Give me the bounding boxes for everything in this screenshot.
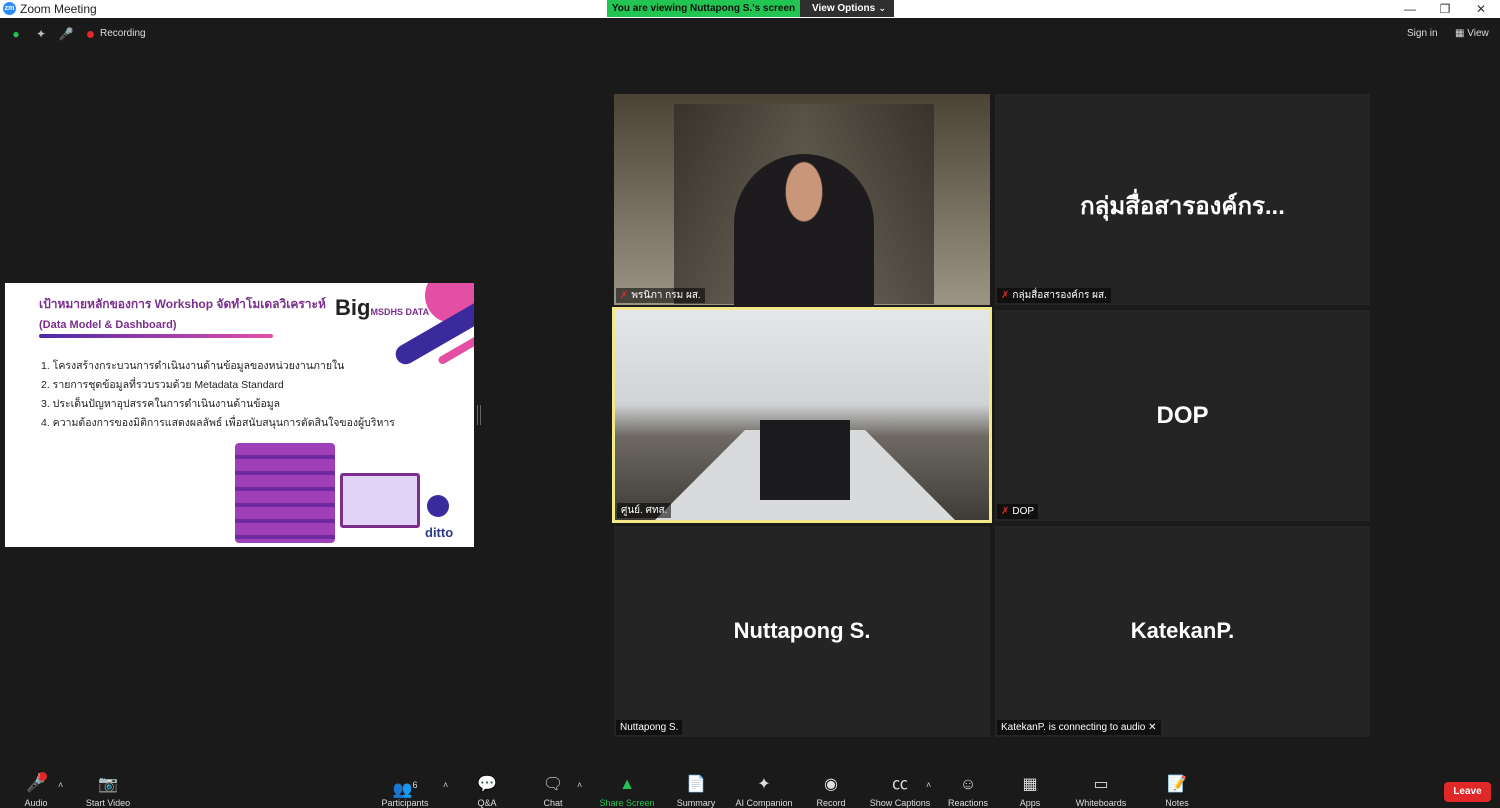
apps-icon: ▦ — [1022, 776, 1038, 793]
close-icon[interactable]: ✕ — [1464, 0, 1498, 18]
qa-icon: 💬 — [477, 776, 497, 793]
share-screen-button[interactable]: ▲ Share Screen — [596, 768, 658, 808]
participants-button[interactable]: 👥6 Participants — [378, 768, 432, 808]
record-button[interactable]: ◉ Record — [812, 768, 850, 808]
show-captions-button[interactable]: ㏄ Show Captions — [866, 768, 934, 808]
participant-label: Nuttapong S. — [616, 720, 683, 735]
chat-icon: 🗨 — [542, 776, 564, 793]
server-illustration — [235, 443, 335, 543]
participants-caret-icon[interactable]: ˄ — [443, 780, 448, 790]
meeting-toolbar: 🎤 Audio ! ˄ 📷 Start Video 👥6 Participant… — [0, 768, 1500, 808]
view-button[interactable]: ▦ View — [1455, 28, 1489, 39]
mic-muted-icon: ✗ — [1001, 290, 1010, 301]
shield-icon[interactable]: ● — [8, 26, 24, 42]
view-options-label: View Options — [812, 3, 876, 14]
list-item: 1. โครงสร้างกระบวนการดำเนินงานด้านข้อมูล… — [41, 360, 345, 372]
mic-muted-icon: ✗ — [1001, 506, 1010, 517]
reactions-button[interactable]: ☺ Reactions — [945, 768, 991, 808]
leave-button[interactable]: Leave — [1444, 782, 1491, 802]
participant-label: ✗ DOP — [997, 504, 1039, 519]
video-tile[interactable]: ✗ พรนิภา กรม ผส. — [614, 94, 990, 305]
list-item: 2. รายการชุดข้อมูลที่รวบรวมด้วย Metadata… — [41, 379, 284, 391]
qa-button[interactable]: 💬 Q&A — [470, 768, 504, 808]
reactions-icon: ☺ — [959, 776, 977, 793]
list-item: 3. ประเด็นปัญหาอุปสรรคในการดำเนินงานด้าน… — [41, 398, 281, 410]
whiteboard-icon: ▭ — [1093, 776, 1109, 793]
big-data-logo: BigMSDHS DATA — [335, 295, 430, 320]
ditto-logo: ditto — [425, 525, 454, 540]
sign-in-button[interactable]: Sign in — [1407, 28, 1438, 39]
apps-button[interactable]: ▦ Apps — [1014, 768, 1046, 808]
slide-subheading: (Data Model & Dashboard) — [39, 319, 177, 331]
participant-name-large: DOP — [1156, 402, 1209, 429]
start-video-button[interactable]: 📷 Start Video — [82, 768, 134, 808]
recording-label[interactable]: Recording — [100, 28, 146, 39]
mic-muted-icon: 🎤 — [26, 776, 46, 793]
notes-button[interactable]: 📝 Notes — [1160, 768, 1194, 808]
slide-list: 1. โครงสร้างกระบวนการดำเนินงานด้านข้อมูล… — [41, 357, 395, 433]
chat-caret-icon[interactable]: ˄ — [577, 780, 582, 790]
window-title: Zoom Meeting — [20, 2, 97, 16]
view-options-button[interactable]: View Options ⌄ — [800, 0, 894, 17]
meeting-status-bar: ● ✦ 🎤 Recording Sign in ▦ View — [0, 22, 1500, 46]
participant-video — [734, 154, 874, 305]
participant-label: ศูนย์. ศทส. — [617, 503, 672, 518]
video-tile[interactable]: DOP ✗ DOP — [995, 310, 1370, 521]
participant-label: KatekanP. is connecting to audio ✕ — [997, 720, 1161, 735]
video-tile[interactable]: กลุ่มสื่อสารองค์กร... ✗ กลุ่มสื่อสารองค์ก… — [995, 94, 1370, 305]
audio-options-caret-icon[interactable]: ˄ — [58, 780, 63, 790]
slide-underline — [39, 334, 273, 338]
audio-alert-badge: ! — [38, 772, 47, 781]
restore-icon[interactable]: ❐ — [1428, 0, 1462, 18]
list-item: 4. ความต้องการของมิติการแสดงผลลัพธ์ เพื่… — [41, 417, 395, 429]
zoom-logo-icon: zm — [3, 2, 16, 15]
ai-companion-button[interactable]: ✦ AI Companion — [730, 768, 798, 808]
summary-icon: 📄 — [686, 776, 706, 793]
sparkle-icon: ✦ — [757, 776, 771, 793]
record-icon: ◉ — [824, 776, 838, 793]
participant-name-large: กลุ่มสื่อสารองค์กร... — [1080, 193, 1285, 220]
view-label: View — [1467, 28, 1489, 39]
viewing-banner: You are viewing Nuttapong S.'s screen — [607, 0, 800, 17]
participant-name-large: Nuttapong S. — [733, 618, 871, 643]
participant-label: ✗ พรนิภา กรม ผส. — [616, 288, 705, 303]
mic-icon[interactable]: 🎤 — [58, 26, 74, 42]
laptop-illustration — [340, 473, 420, 528]
video-tile-active-speaker[interactable]: ศูนย์. ศทส. — [612, 307, 992, 523]
video-off-icon: 📷 — [98, 776, 118, 793]
chevron-down-icon: ⌄ — [878, 3, 886, 13]
captions-caret-icon[interactable]: ˄ — [926, 780, 931, 790]
audio-button[interactable]: 🎤 Audio — [18, 768, 54, 808]
video-tile[interactable]: KatekanP. KatekanP. is connecting to aud… — [995, 526, 1370, 737]
chat-button[interactable]: 🗨 Chat — [536, 768, 570, 808]
split-divider-handle[interactable] — [477, 405, 481, 425]
participant-name-large: KatekanP. — [1130, 618, 1235, 643]
whiteboards-button[interactable]: ▭ Whiteboards — [1071, 768, 1131, 808]
share-screen-icon: ▲ — [619, 776, 635, 793]
recording-dot-icon — [87, 31, 94, 38]
sparkle-icon[interactable]: ✦ — [33, 26, 49, 42]
ditto-logo-icon — [427, 495, 449, 517]
summary-button[interactable]: 📄 Summary — [672, 768, 720, 808]
shared-screen[interactable]: เป้าหมายหลักของการ Workshop จัดทำโมเดลวิ… — [5, 283, 474, 547]
video-tile[interactable]: Nuttapong S. Nuttapong S. — [614, 526, 990, 737]
minimize-icon[interactable]: — — [1393, 0, 1427, 18]
participants-icon: 👥6 — [392, 780, 418, 799]
participant-label: ✗ กลุ่มสื่อสารองค์กร ผส. — [997, 288, 1111, 303]
close-icon[interactable]: ✕ — [1148, 722, 1156, 733]
captions-icon: ㏄ — [891, 776, 908, 793]
mic-muted-icon: ✗ — [620, 290, 629, 301]
slide-heading: เป้าหมายหลักของการ Workshop จัดทำโมเดลวิ… — [39, 297, 326, 311]
meeting-room-screen — [760, 420, 850, 500]
notes-icon: 📝 — [1167, 776, 1187, 793]
